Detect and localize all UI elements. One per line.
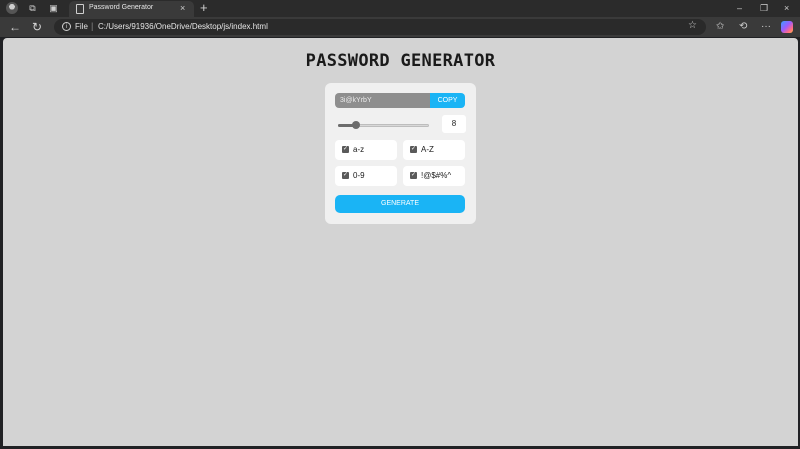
restore-button[interactable]: ❐ [760,2,768,14]
page-viewport: PASSWORD GENERATOR 3i@kYrbY COPY 8 ✓ a-z… [3,38,798,446]
back-button[interactable]: ← [9,20,21,34]
browser-title-bar: ⧉ ▣ Password Generator × + – ❐ × [0,0,800,17]
option-symbols[interactable]: ✓ !@$#%^ [403,166,465,186]
close-tab-icon[interactable]: × [180,3,185,14]
option-lowercase[interactable]: ✓ a-z [335,140,397,160]
page-icon [76,4,84,14]
generate-button[interactable]: GENERATE [335,195,465,213]
copilot-icon[interactable] [781,21,793,33]
uppercase-checkbox[interactable]: ✓ [410,146,417,153]
browser-toolbar: ← ↻ i File | C:/Users/91936/OneDrive/Des… [0,17,800,37]
new-tab-button[interactable]: + [200,1,208,15]
lowercase-checkbox[interactable]: ✓ [342,146,349,153]
reload-button[interactable]: ↻ [32,20,42,34]
address-url[interactable]: C:/Users/91936/OneDrive/Desktop/js/index… [98,22,268,31]
address-scheme: File [75,22,88,31]
tab-title: Password Generator [89,4,154,11]
copy-button[interactable]: COPY [430,93,465,108]
history-icon[interactable]: ⟲ [739,20,747,33]
option-label: A-Z [421,145,434,154]
minimize-button[interactable]: – [737,2,742,14]
info-icon[interactable]: i [62,22,71,31]
tab-actions-icon[interactable]: ▣ [48,3,59,14]
favorite-star-icon[interactable]: ☆ [688,20,697,31]
workspaces-icon[interactable]: ⧉ [27,3,38,14]
tab-password-generator[interactable]: Password Generator × [69,1,194,17]
option-label: 0-9 [353,171,365,180]
close-window-button[interactable]: × [784,2,789,14]
page-title: PASSWORD GENERATOR [305,51,496,71]
option-uppercase[interactable]: ✓ A-Z [403,140,465,160]
address-separator: | [91,21,94,31]
numbers-checkbox[interactable]: ✓ [342,172,349,179]
option-label: a-z [353,145,365,154]
option-numbers[interactable]: ✓ 0-9 [335,166,397,186]
more-menu-icon[interactable]: ··· [761,20,771,33]
length-slider[interactable] [338,121,429,131]
generator-card: 3i@kYrbY COPY 8 ✓ a-z ✓ A-Z ✓ 0-9 ✓ !@$#… [325,83,476,224]
symbols-checkbox[interactable]: ✓ [410,172,417,179]
profile-avatar[interactable] [6,2,18,14]
password-row: 3i@kYrbY COPY [335,93,465,108]
favorites-icon[interactable]: ✩ [716,20,724,33]
option-label: !@$#%^ [421,171,452,180]
password-output[interactable]: 3i@kYrbY [335,93,430,108]
address-bar[interactable]: i File | C:/Users/91936/OneDrive/Desktop… [54,19,706,35]
length-value[interactable]: 8 [442,115,466,133]
slider-thumb[interactable] [352,121,360,129]
